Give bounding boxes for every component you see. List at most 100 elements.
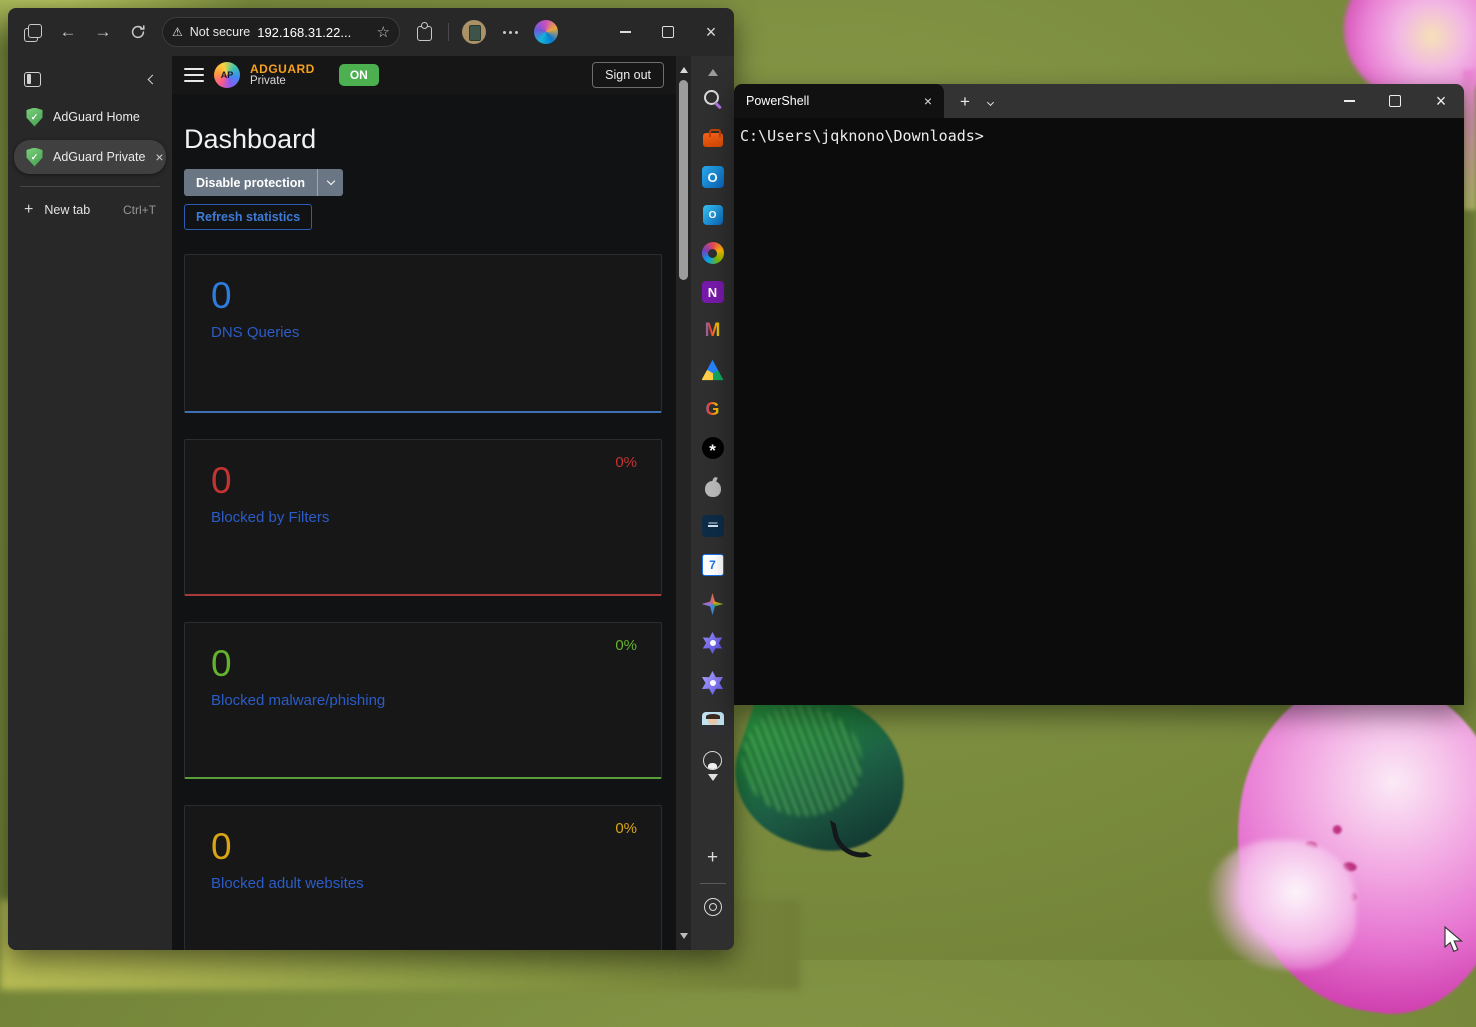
terminal-minimize-button[interactable]	[1326, 84, 1372, 118]
adguard-page: AP ADGUARD Private ON Sign out Dashboard…	[172, 56, 676, 950]
collapse-sidebar-icon[interactable]	[148, 74, 158, 84]
search-icon[interactable]	[702, 88, 724, 110]
google-calendar-icon[interactable]	[702, 554, 724, 576]
wallpaper-flower-bottom	[1214, 663, 1476, 1027]
qwen-icon[interactable]	[702, 632, 724, 654]
disable-protection-button[interactable]: Disable protection	[184, 169, 343, 196]
new-tab-button[interactable]: + New tab Ctrl+T	[8, 195, 172, 225]
adguard-shield-icon	[26, 148, 43, 167]
plus-icon: +	[24, 202, 33, 218]
refresh-icon[interactable]	[127, 21, 149, 43]
tab-adguard-home[interactable]: AdGuard Home	[14, 102, 168, 132]
mouse-cursor	[1443, 926, 1467, 959]
terminal-tab-close-icon[interactable]: ×	[924, 93, 932, 109]
chatgpt-icon[interactable]	[702, 437, 724, 459]
security-label[interactable]: Not secure	[190, 25, 250, 39]
scrollbar-thumb[interactable]	[679, 80, 688, 280]
edge-sidebar-bottom: +	[691, 840, 734, 950]
workspaces-icon[interactable]	[22, 21, 44, 43]
terminal-prompt: C:\Users\jqknono\Downloads>	[740, 127, 984, 145]
terminal-titlebar: PowerShell × +	[734, 84, 1464, 118]
terminal-tab-dropdown-icon[interactable]	[988, 92, 993, 110]
forward-icon[interactable]	[92, 21, 114, 43]
scrollbar-down-arrow[interactable]	[680, 933, 688, 943]
stat-label[interactable]: Blocked adult websites	[211, 875, 635, 892]
stat-label[interactable]: DNS Queries	[211, 324, 635, 341]
tab-adguard-private[interactable]: AdGuard Private ×	[14, 140, 166, 174]
stat-value: 0	[211, 828, 635, 865]
more-menu-icon[interactable]	[499, 21, 521, 43]
stat-label[interactable]: Blocked by Filters	[211, 509, 635, 526]
vertical-tabs-sidebar: AdGuard Home AdGuard Private × + New tab…	[8, 56, 172, 950]
adguard-logo[interactable]: AP	[214, 62, 240, 88]
stat-card-blocked-adult: 0 Blocked adult websites 0%	[184, 805, 662, 950]
disable-protection-label: Disable protection	[184, 169, 317, 196]
new-tab-label: New tab	[44, 203, 90, 217]
terminal-output[interactable]: C:\Users\jqknono\Downloads>	[734, 118, 1464, 705]
deepl-badge-icon[interactable]	[702, 515, 724, 537]
terminal-tab-title: PowerShell	[746, 94, 916, 108]
not-secure-warning-icon: ⚠	[172, 26, 183, 38]
tab-label: AdGuard Home	[53, 110, 140, 124]
page-scrollbar[interactable]	[676, 56, 691, 950]
terminal-new-tab-icon[interactable]: +	[960, 93, 970, 110]
url-text[interactable]: 192.168.31.22...	[257, 25, 369, 40]
tab-label: AdGuard Private	[53, 150, 145, 164]
scrollbar-up-arrow[interactable]	[680, 63, 688, 73]
google-icon[interactable]	[702, 398, 724, 420]
disable-protection-dropdown[interactable]	[317, 169, 343, 196]
terminal-close-button[interactable]	[1418, 84, 1464, 118]
microsoft-365-icon[interactable]	[702, 242, 724, 264]
close-tab-icon[interactable]: ×	[155, 149, 163, 165]
page-title: Dashboard	[184, 124, 662, 155]
menu-icon[interactable]	[184, 68, 204, 82]
gmail-icon[interactable]	[702, 320, 724, 342]
qwen-alt-icon[interactable]	[701, 671, 725, 695]
wallpaper-flower-edge	[1463, 70, 1476, 210]
outlook-icon[interactable]	[702, 166, 724, 188]
stat-label[interactable]: Blocked malware/phishing	[211, 692, 635, 709]
wallpaper-hummingbird	[736, 698, 936, 918]
brand-block: ADGUARD Private	[250, 63, 315, 88]
hidden-app-icon[interactable]	[703, 751, 722, 770]
tab-actions-icon[interactable]	[24, 72, 41, 87]
adguard-shield-icon	[26, 108, 43, 127]
stat-value: 0	[211, 277, 635, 314]
stat-value: 0	[211, 462, 635, 499]
terminal-window: PowerShell × + C:\Users\jqknono\Download…	[734, 84, 1464, 705]
terminal-tab-powershell[interactable]: PowerShell ×	[734, 84, 944, 118]
favorite-star-icon[interactable]: ☆	[377, 23, 390, 41]
outlook-calendar-icon[interactable]	[703, 205, 723, 225]
google-drive-icon[interactable]	[702, 359, 724, 381]
shopping-icon[interactable]	[702, 127, 724, 149]
brand-subtitle: Private	[250, 75, 315, 87]
calculator-extension-icon[interactable]	[462, 20, 486, 44]
new-tab-shortcut: Ctrl+T	[123, 203, 156, 217]
sidebar-scroll-up-icon[interactable]	[708, 64, 718, 76]
terminal-maximize-button[interactable]	[1372, 84, 1418, 118]
adguard-content: Dashboard Disable protection Refresh sta…	[172, 94, 676, 950]
browser-maximize-button[interactable]	[653, 19, 683, 45]
stat-card-blocked-malware: 0 Blocked malware/phishing 0%	[184, 622, 662, 779]
stat-card-dns-queries: 0 DNS Queries	[184, 254, 662, 413]
sidebar-divider	[20, 186, 160, 187]
add-sidebar-app-icon[interactable]: +	[707, 848, 718, 867]
gemini-icon[interactable]	[702, 593, 724, 615]
stat-percent: 0%	[615, 820, 637, 837]
sidebar-scroll-down-icon[interactable]	[708, 774, 718, 786]
sidebar-bottom-divider	[700, 883, 726, 884]
refresh-statistics-button[interactable]: Refresh statistics	[184, 204, 312, 230]
browser-close-button[interactable]	[696, 19, 726, 45]
gear-icon[interactable]	[704, 898, 722, 916]
back-icon[interactable]	[57, 21, 79, 43]
browser-titlebar: ⚠ Not secure 192.168.31.22... ☆	[8, 8, 734, 56]
copilot-icon[interactable]	[534, 20, 558, 44]
assistant-avatar-icon[interactable]	[702, 712, 724, 734]
address-bar[interactable]: ⚠ Not secure 192.168.31.22... ☆	[162, 17, 400, 47]
extensions-icon[interactable]	[413, 21, 435, 43]
browser-minimize-button[interactable]	[610, 19, 640, 45]
stat-percent: 0%	[615, 454, 637, 471]
sign-out-button[interactable]: Sign out	[592, 62, 664, 88]
onenote-icon[interactable]	[702, 281, 724, 303]
apple-icon[interactable]	[702, 476, 724, 498]
